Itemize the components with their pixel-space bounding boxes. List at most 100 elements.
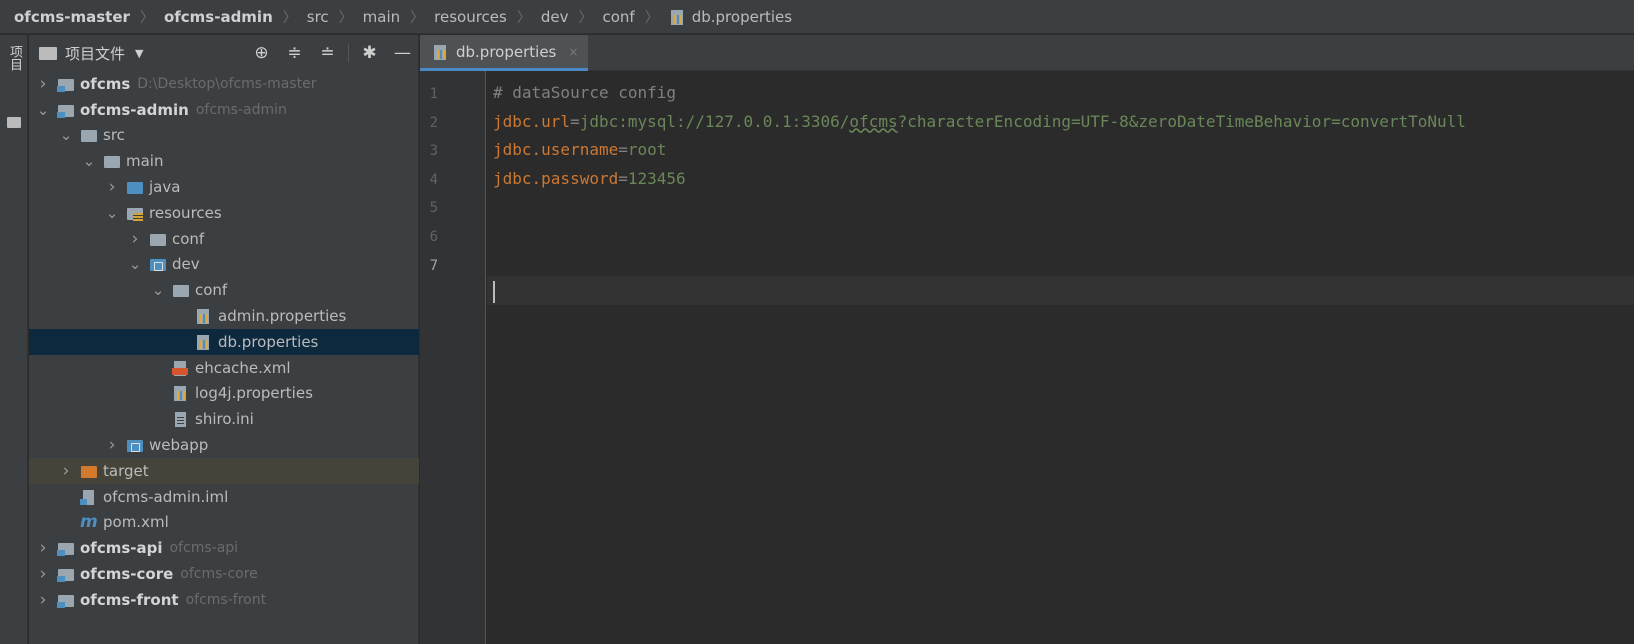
breadcrumb-label: db.properties	[691, 7, 793, 26]
collapse-all-icon[interactable]: ≐	[311, 43, 344, 63]
tree-item-label: main	[126, 152, 164, 171]
tree-item-ofcms[interactable]: › ofcms D:\Desktop\ofcms-master	[29, 71, 419, 97]
tree-item-shiro-ini[interactable]: ›shiro.ini	[29, 406, 419, 432]
tree-item-label: ehcache.xml	[195, 358, 291, 377]
tree-item-label: conf	[172, 229, 205, 248]
code-line: jdbc.username=root	[493, 140, 666, 159]
tree-item-ofcms-admin[interactable]: ⌄ ofcms-admin ofcms-admin	[29, 97, 419, 123]
property-value: jdbc:mysql://127.0.0.1:3306/	[579, 111, 850, 131]
breadcrumb-item[interactable]: ofcms-admin	[164, 8, 273, 26]
breadcrumb-item[interactable]: dev	[541, 8, 569, 26]
line-number: 5	[429, 200, 438, 217]
breadcrumb-item[interactable]: resources	[434, 8, 507, 26]
chevron-right-icon[interactable]: ›	[127, 229, 143, 249]
breadcrumb-label: src	[306, 7, 329, 26]
tree-item-log4j-properties[interactable]: ›log4j.properties	[29, 381, 419, 407]
folder-icon	[149, 232, 167, 246]
line-number: 1	[429, 86, 438, 102]
editor-tab-db-properties[interactable]: db.properties ×	[420, 35, 588, 71]
property-separator: =	[618, 168, 628, 188]
resource-folder-icon	[149, 257, 167, 272]
expand-all-icon[interactable]: ≑	[278, 43, 311, 63]
tree-item-main[interactable]: ⌄ main	[29, 148, 419, 174]
line-number-gutter: 1 2 3 4 5 6 7	[420, 71, 486, 644]
tree-item-pom-xml[interactable]: ›mpom.xml	[29, 510, 419, 536]
tree-item-src[interactable]: ⌄ src	[29, 123, 419, 149]
chevron-right-icon[interactable]: ›	[35, 564, 51, 584]
folder-icon	[39, 46, 57, 60]
property-key: jdbc.username	[493, 140, 619, 160]
properties-file-icon	[172, 386, 190, 402]
chevron-down-icon[interactable]: ⌄	[150, 281, 166, 299]
tree-item-label: java	[149, 178, 181, 197]
module-icon	[57, 77, 75, 92]
module-icon	[57, 567, 75, 583]
breadcrumb-item[interactable]: ofcms-master	[14, 8, 130, 26]
code-editor[interactable]: # dataSource config jdbc.url=jdbc:mysql:/…	[487, 71, 1634, 644]
chevron-right-icon[interactable]: ›	[104, 435, 120, 455]
chevron-down-icon[interactable]: ⌄	[58, 126, 74, 144]
locate-icon[interactable]: ⊕	[245, 43, 278, 63]
line-number: 3	[429, 143, 438, 160]
minimize-icon[interactable]: —	[386, 43, 419, 63]
property-separator: =	[618, 140, 628, 160]
chevron-right-icon[interactable]: ›	[35, 590, 51, 610]
chevron-right-icon[interactable]: ›	[104, 177, 120, 197]
breadcrumb-label: dev	[540, 7, 569, 26]
breadcrumb-item[interactable]: db.properties	[669, 8, 792, 26]
tree-item-path-hint: ofcms-front	[185, 591, 267, 608]
editor-tab-bar: db.properties ×	[420, 35, 1634, 71]
tree-item-ofcms-admin-iml[interactable]: ›ofcms-admin.iml	[29, 484, 419, 510]
tree-item-java[interactable]: › java	[29, 174, 419, 200]
tree-item-admin-properties[interactable]: ›admin.properties	[29, 303, 419, 329]
project-view-selector[interactable]: 项目文件	[65, 43, 125, 64]
tree-item-ofcms-api[interactable]: › ofcms-api ofcms-api	[29, 535, 419, 561]
code-line: jdbc.password=123456	[493, 169, 686, 188]
tree-item-dev[interactable]: ⌄ dev	[29, 252, 419, 278]
tree-item-resources[interactable]: ⌄ resources	[29, 200, 419, 226]
breadcrumb-separator-icon: 〉	[410, 9, 425, 26]
close-icon[interactable]: ×	[568, 45, 578, 59]
code-comment: # dataSource config	[493, 83, 677, 102]
tree-item-path-hint: ofcms-core	[180, 566, 258, 583]
folder-icon	[103, 154, 121, 169]
tree-item-ofcms-front[interactable]: › ofcms-front ofcms-front	[29, 587, 419, 613]
chevron-down-icon[interactable]: ⌄	[35, 101, 51, 119]
folder-icon	[7, 117, 21, 128]
breadcrumb-item[interactable]: main	[363, 8, 400, 26]
property-separator: =	[570, 111, 580, 131]
tree-item-conf[interactable]: › conf	[29, 226, 419, 252]
chevron-down-icon[interactable]: ▼	[135, 47, 143, 60]
project-panel-toolbar: ⊕ ≑ ≐ ✱ —	[245, 35, 419, 71]
project-tool-window-button[interactable]: 项目	[6, 45, 22, 76]
chevron-down-icon[interactable]: ⌄	[81, 152, 97, 170]
chevron-down-icon[interactable]: ⌄	[104, 204, 120, 222]
breadcrumb-separator-icon: 〉	[644, 9, 659, 26]
chevron-right-icon[interactable]: ›	[58, 461, 74, 481]
gear-icon[interactable]: ✱	[353, 43, 386, 63]
tree-item-db-properties[interactable]: ›db.properties	[29, 328, 419, 355]
resource-folder-icon	[126, 438, 144, 453]
tree-item-label: resources	[149, 203, 222, 222]
toolbar-divider	[348, 44, 349, 62]
breadcrumb-label: main	[362, 7, 401, 26]
chevron-down-icon[interactable]: ⌄	[127, 255, 143, 273]
tree-item-conf[interactable]: ⌄ conf	[29, 277, 419, 303]
tree-item-label: pom.xml	[103, 513, 169, 532]
tree-item-label: ofcms-admin	[80, 100, 189, 119]
property-key: jdbc.password	[493, 168, 619, 188]
tree-item-webapp[interactable]: › webapp	[29, 432, 419, 458]
breadcrumb-item[interactable]: src	[307, 8, 329, 26]
breadcrumb-item[interactable]: conf	[603, 8, 635, 26]
code-line: # dataSource config	[493, 83, 676, 102]
project-tool-label: 项目	[7, 45, 22, 71]
tree-item-target[interactable]: › target	[29, 457, 419, 484]
tree-item-ehcache-xml[interactable]: ›ehcache.xml	[29, 355, 419, 381]
xml-file-icon	[172, 360, 190, 376]
chevron-right-icon[interactable]: ›	[35, 74, 51, 94]
breadcrumb-label: ofcms-admin	[163, 7, 273, 26]
tab-label: db.properties	[456, 42, 557, 61]
chevron-right-icon[interactable]: ›	[35, 538, 51, 558]
tree-item-ofcms-core[interactable]: › ofcms-core ofcms-core	[29, 561, 419, 587]
breadcrumb-separator-icon: 〉	[282, 9, 297, 26]
